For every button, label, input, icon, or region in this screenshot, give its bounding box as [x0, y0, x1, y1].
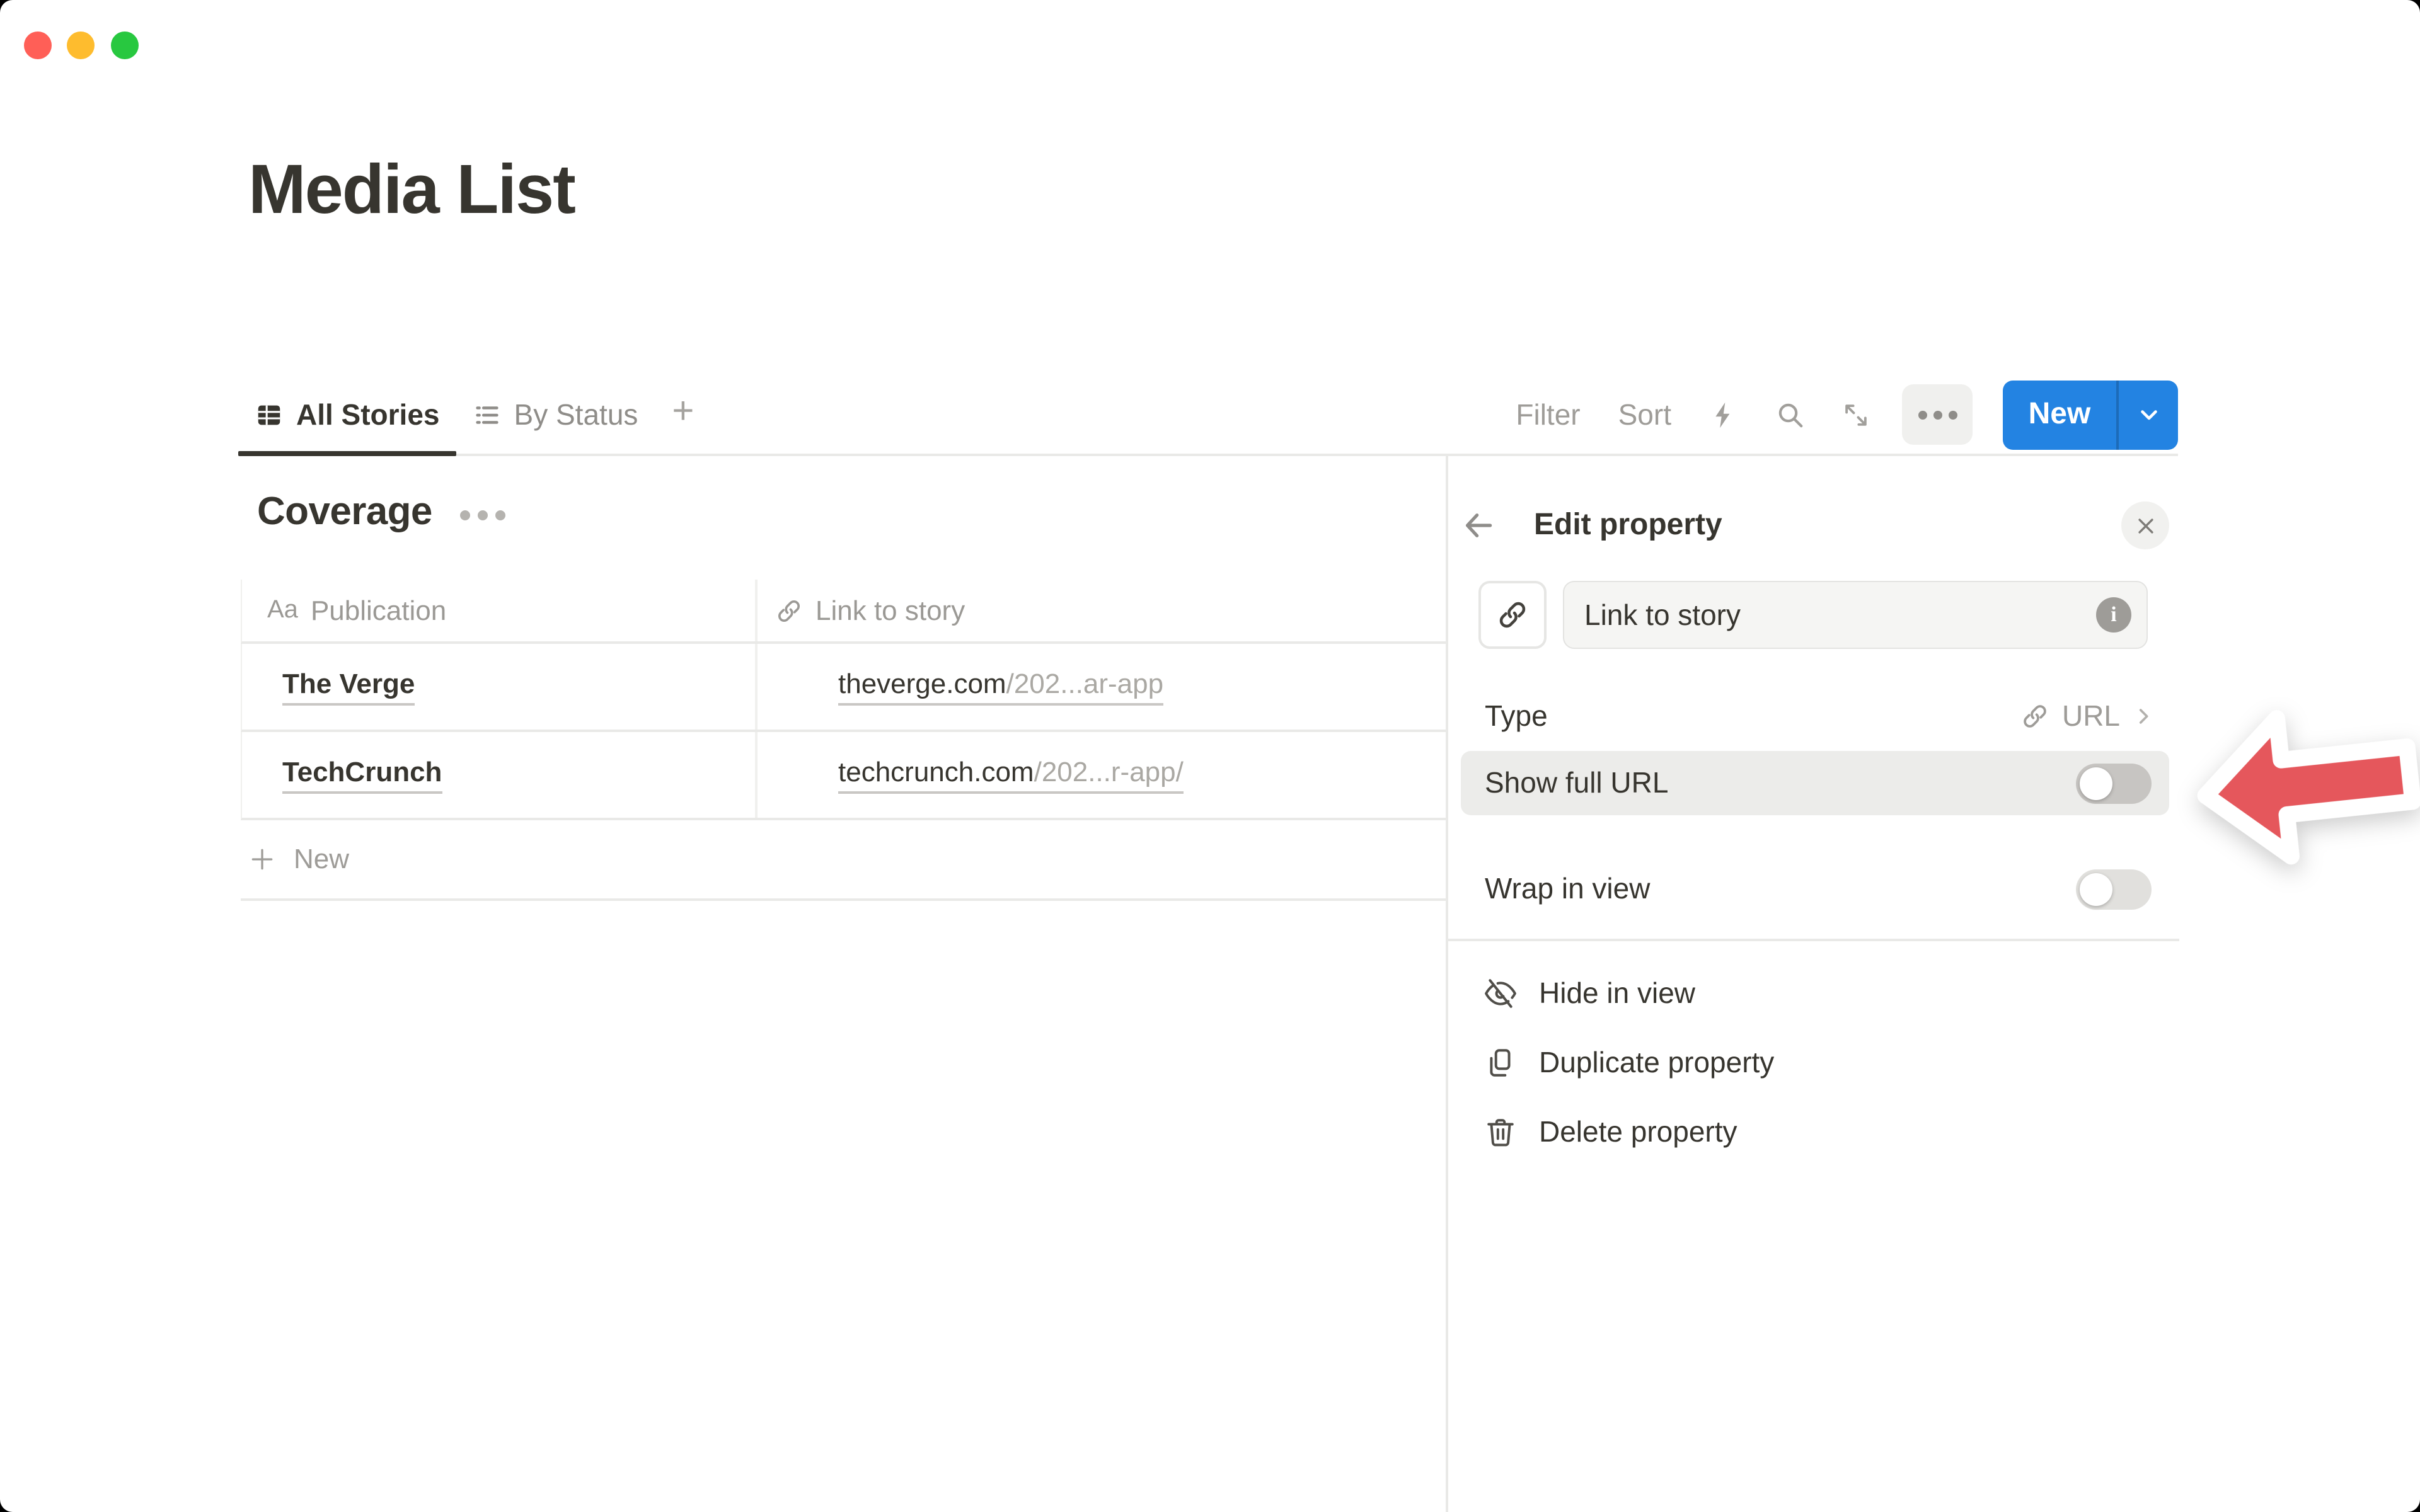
- tab-all-stories[interactable]: All Stories: [238, 374, 456, 455]
- add-row-label: New: [294, 843, 349, 876]
- table-row: The Verge theverge.com/202...ar-app: [241, 644, 1446, 732]
- column-header-publication[interactable]: Aa Publication: [242, 580, 758, 641]
- close-panel-button[interactable]: [2121, 501, 2169, 549]
- panel-section-divider: [1446, 939, 2179, 941]
- duplicate-icon: [1485, 1047, 1516, 1079]
- page-link[interactable]: TechCrunch: [282, 756, 442, 794]
- property-type-icon-button[interactable]: [1478, 581, 1547, 649]
- chevron-down-icon[interactable]: [2116, 380, 2178, 449]
- tab-label: All Stories: [296, 398, 440, 432]
- show-full-url-toggle[interactable]: [2076, 763, 2152, 803]
- link-icon: [1496, 598, 1529, 631]
- cell-publication[interactable]: TechCrunch: [242, 732, 758, 818]
- tab-label: By Status: [514, 398, 638, 432]
- cell-publication[interactable]: The Verge: [242, 644, 758, 730]
- hide-in-view-item[interactable]: Hide in view: [1461, 959, 2169, 1028]
- list-view-icon: [473, 400, 502, 429]
- toggle-label: Show full URL: [1485, 766, 2076, 800]
- property-actions-menu: Hide in view Duplicate property Delete p…: [1461, 959, 2169, 1167]
- lightning-icon[interactable]: [1699, 400, 1748, 429]
- duplicate-property-item[interactable]: Duplicate property: [1461, 1028, 2169, 1097]
- database-more-icon[interactable]: [460, 503, 505, 520]
- type-label: Type: [1485, 699, 1548, 733]
- red-arrow-left-annotation: [2185, 689, 2420, 881]
- app-stage: Media List All Stories By Status + Filte…: [0, 0, 2420, 1512]
- toggle-knob: [2080, 767, 2112, 799]
- active-tab-underline: [238, 451, 456, 456]
- app-window: Media List All Stories By Status + Filte…: [0, 0, 2420, 1512]
- wrap-in-view-toggle[interactable]: [2076, 869, 2152, 909]
- search-icon[interactable]: [1766, 400, 1815, 429]
- type-value: URL: [2062, 699, 2120, 733]
- table-row: TechCrunch techcrunch.com/202...r-app/: [241, 732, 1446, 820]
- zoom-window-button[interactable]: [111, 32, 139, 59]
- panel-divider: [1446, 456, 1448, 1512]
- property-name-value: Link to story: [1584, 598, 2096, 632]
- eye-off-icon: [1485, 978, 1516, 1009]
- panel-title: Edit property: [1534, 508, 1722, 543]
- database-title[interactable]: Coverage: [257, 489, 432, 534]
- more-options-button[interactable]: [1902, 384, 1973, 445]
- filter-button[interactable]: Filter: [1506, 398, 1590, 432]
- wrap-in-view-row[interactable]: Wrap in view: [1461, 857, 2169, 921]
- close-icon: [2135, 515, 2156, 536]
- new-record-label[interactable]: New: [2003, 380, 2116, 449]
- link-icon: [2020, 701, 2049, 730]
- sort-button[interactable]: Sort: [1608, 398, 1681, 432]
- column-label: Link to story: [815, 594, 965, 627]
- back-icon[interactable]: [1461, 508, 1496, 543]
- plus-icon: [248, 845, 276, 873]
- url-link[interactable]: techcrunch.com/202...r-app/: [838, 756, 1184, 794]
- type-row[interactable]: Type URL: [1485, 692, 2154, 740]
- chevron-right-icon: [2133, 705, 2154, 726]
- link-icon: [775, 597, 803, 624]
- url-link[interactable]: theverge.com/202...ar-app: [838, 668, 1163, 706]
- add-view-button[interactable]: +: [654, 393, 712, 431]
- show-full-url-row[interactable]: Show full URL: [1461, 751, 2169, 815]
- info-icon[interactable]: i: [2096, 597, 2131, 633]
- table-header-row: Aa Publication Link to story: [241, 580, 1446, 644]
- tab-by-status[interactable]: By Status: [456, 374, 655, 455]
- column-label: Publication: [311, 594, 446, 627]
- toggle-knob: [2080, 873, 2112, 905]
- minimize-window-button[interactable]: [67, 32, 95, 59]
- text-property-icon: Aa: [267, 596, 298, 625]
- trash-icon: [1485, 1116, 1516, 1148]
- add-row-button[interactable]: New: [241, 820, 1446, 901]
- edit-property-header: Edit property: [1461, 499, 2169, 552]
- close-window-button[interactable]: [24, 32, 52, 59]
- column-header-link-to-story[interactable]: Link to story: [758, 580, 1446, 641]
- cell-link-to-story[interactable]: techcrunch.com/202...r-app/: [758, 732, 1446, 818]
- property-name-input[interactable]: Link to story i: [1563, 581, 2148, 649]
- database-table: Aa Publication Link to story The Verge t…: [241, 580, 1446, 901]
- view-tabbar: All Stories By Status + Filter Sort: [238, 374, 2178, 455]
- table-view-icon: [255, 400, 284, 429]
- page-link[interactable]: The Verge: [282, 668, 415, 706]
- view-toolbar: Filter Sort New: [1506, 380, 2178, 449]
- expand-diagonal-icon[interactable]: [1833, 401, 1879, 428]
- toggle-label: Wrap in view: [1485, 872, 2076, 906]
- new-record-button[interactable]: New: [2003, 380, 2178, 449]
- cell-link-to-story[interactable]: theverge.com/202...ar-app: [758, 644, 1446, 730]
- page-title: Media List: [248, 149, 575, 229]
- delete-property-item[interactable]: Delete property: [1461, 1097, 2169, 1167]
